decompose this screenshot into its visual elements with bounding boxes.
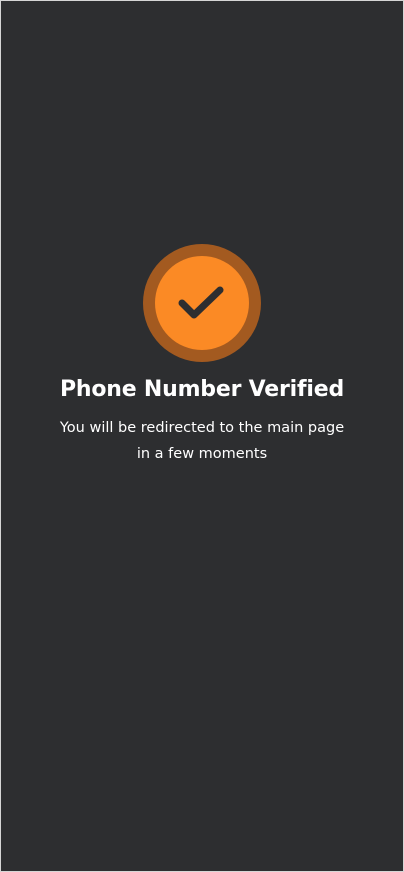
page-title: Phone Number Verified [59, 377, 345, 402]
verification-status: Phone Number Verified You will be redire… [1, 244, 403, 467]
check-icon [175, 282, 229, 324]
success-badge-inner [155, 256, 249, 350]
redirect-message: You will be redirected to the main page … [59, 420, 345, 463]
success-badge [143, 244, 261, 362]
verification-success-screen: Phone Number Verified You will be redire… [0, 0, 404, 872]
